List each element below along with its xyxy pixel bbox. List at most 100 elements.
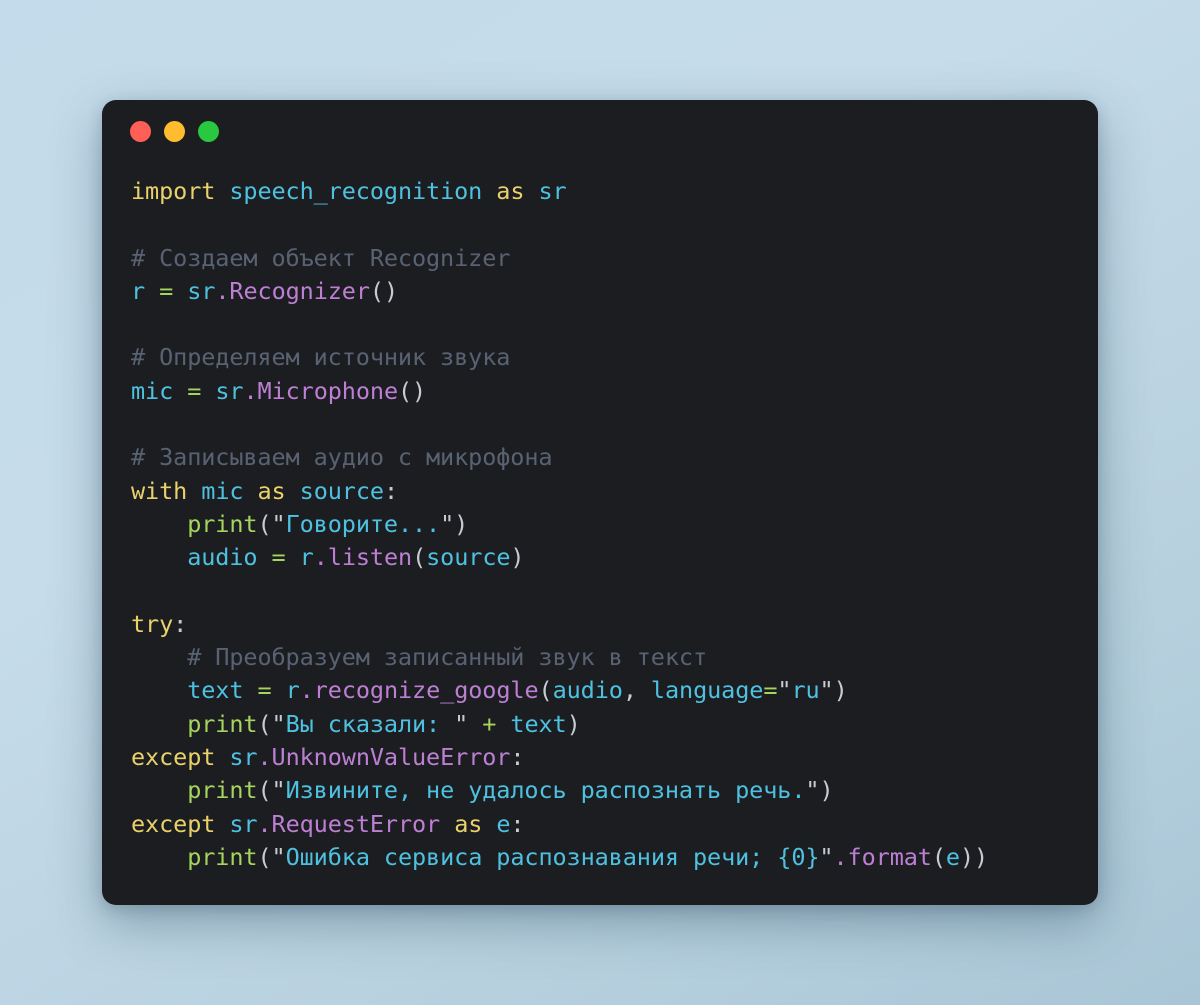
code-line-5-blank [131,308,1098,341]
code-line-11: print("Говорите...") [131,508,1098,541]
token-paren-open: ( [257,842,272,871]
token-var-text: text [510,709,567,738]
token-var-source: source [299,476,384,505]
code-content-area[interactable]: import speech_recognition as sr # Создае… [102,162,1098,874]
token-method-listen: listen [327,543,413,572]
code-line-10: with mic as source: [131,475,1098,508]
token-operator-kwarg-assign: = [763,676,778,705]
token-string-service-error: Ошибка сервиса распознавания речи; {0} [285,842,820,871]
token-string-you-said: Вы сказали: [285,709,455,738]
token-arg-source: source [426,543,511,572]
token-paren-close: ) [454,509,469,538]
code-line-15: # Преобразуем записанный звук в текст [131,641,1098,674]
token-module-sr: sr [215,376,244,405]
token-keyword-except: except [131,743,216,772]
token-operator-assign: = [257,676,272,705]
token-dot: . [833,842,848,871]
token-parens: () [398,376,427,405]
token-dot: . [313,543,328,572]
token-builtin-print: print [187,842,258,871]
token-keyword-import: import [131,177,216,205]
maximize-dot[interactable] [198,120,219,142]
token-paren-open: ( [412,543,427,572]
token-comment-record-audio: # Записываем аудио с микрофона [131,443,553,472]
token-comma: , [622,676,651,705]
code-line-2-blank [131,208,1098,241]
token-var-mic: mic [201,476,244,505]
token-module-speech-recognition: speech_recognition [229,177,483,205]
token-paren-close: ) [833,676,848,705]
token-var-text: text [187,676,244,705]
token-dot: . [257,809,272,838]
token-string-ru: ru [791,676,820,705]
token-keyword-except: except [131,809,216,838]
token-string-sorry-not-recognized: Извините, не удалось распознать речь. [285,776,806,805]
token-dot: . [257,743,272,772]
code-window: import speech_recognition as sr # Создае… [102,100,1098,905]
token-operator-assign: = [187,376,202,405]
token-quote-close: " [819,842,834,871]
token-keyword-as: as [257,476,286,505]
token-operator-plus: + [468,709,511,738]
token-paren-open: ( [538,676,553,705]
token-quote-close: " [805,776,820,805]
token-operator-assign: = [271,543,286,572]
window-titlebar [102,100,1098,162]
token-paren-open: ( [257,776,272,805]
token-string-govorite: Говорите... [285,509,441,538]
token-colon: : [173,609,188,638]
code-line-18: except sr.UnknownValueError: [131,741,1098,774]
token-dot: . [299,676,314,705]
token-paren-open: ( [931,842,946,871]
code-block[interactable]: import speech_recognition as sr # Создае… [131,175,1098,874]
token-quote-close: " [440,509,455,538]
code-line-4: r = sr.Recognizer() [131,275,1098,308]
token-parens: () [369,276,399,305]
token-var-r: r [131,276,146,305]
token-paren-open: ( [257,709,272,738]
token-arg-audio: audio [552,676,623,705]
token-dot: . [215,276,230,305]
token-quote-open: " [271,509,286,538]
token-quote-open: " [271,776,286,805]
code-line-12: audio = r.listen(source) [131,541,1098,574]
code-line-14: try: [131,608,1098,641]
token-class-microphone: Microphone [257,376,399,405]
token-paren-close: ) [510,543,525,572]
token-keyword-as: as [496,177,525,205]
token-paren-open: ( [257,509,272,538]
token-quote-open: " [777,676,792,705]
token-quote-close: " [819,676,834,705]
code-line-3: # Создаем объект Recognizer [131,242,1098,275]
token-paren-close: ) [566,709,581,738]
token-builtin-print: print [187,509,258,538]
code-line-1: import speech_recognition as sr [131,175,1098,208]
token-parens-close: )) [959,842,989,871]
token-operator-assign: = [159,276,174,305]
token-kwarg-language: language [650,676,764,705]
token-var-r: r [299,543,314,572]
token-comment-define-source: # Определяем источник звука [131,343,511,372]
token-alias-sr: sr [538,177,567,205]
token-quote-open: " [271,842,286,871]
token-method-format: format [847,842,932,871]
token-module-sr: sr [229,743,258,772]
token-module-sr: sr [229,809,258,838]
token-class-recognizer: Recognizer [229,276,370,305]
token-colon: : [510,809,525,838]
code-line-13-blank [131,575,1098,608]
code-line-17: print("Вы сказали: " + text) [131,708,1098,741]
token-var-e: e [496,809,511,838]
token-keyword-with: with [131,476,188,505]
code-line-19: print("Извините, не удалось распознать р… [131,774,1098,807]
token-keyword-try: try [131,609,174,638]
minimize-dot[interactable] [164,120,185,142]
code-line-6: # Определяем источник звука [131,341,1098,374]
close-dot[interactable] [130,120,151,142]
code-line-20: except sr.RequestError as e: [131,808,1098,841]
token-paren-close: ) [819,776,834,805]
token-comment-create-recognizer: # Создаем объект Recognizer [131,243,511,272]
token-var-r: r [285,676,300,705]
token-builtin-print: print [187,709,258,738]
code-line-8-blank [131,408,1098,441]
